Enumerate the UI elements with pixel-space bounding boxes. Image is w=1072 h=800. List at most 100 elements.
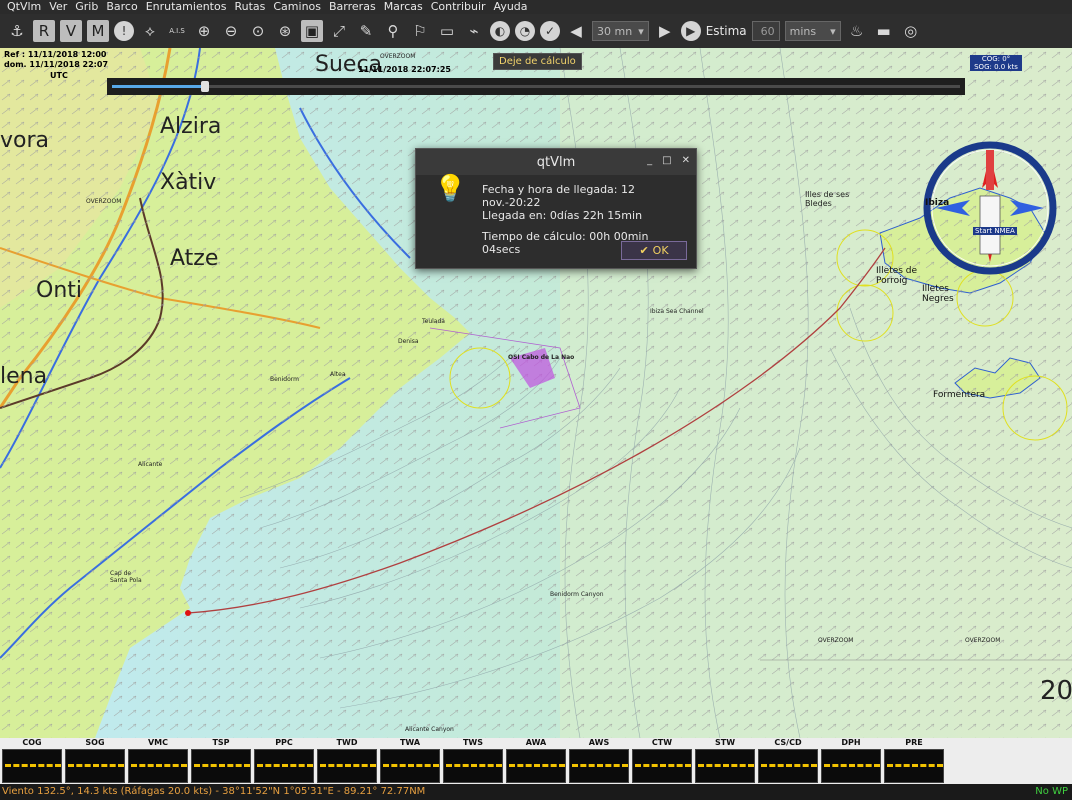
instrument-cog[interactable]: COG bbox=[2, 738, 62, 784]
qtvlm-window: QtVlm Ver Grib Barco Enrutamientos Rutas… bbox=[0, 0, 1072, 800]
zoom-fit-icon[interactable]: ⊙ bbox=[247, 20, 269, 42]
instrument-display bbox=[2, 749, 62, 783]
play-icon[interactable]: ▶ bbox=[680, 21, 701, 41]
clock-icon[interactable]: ◔ bbox=[515, 21, 535, 41]
instrument-cs-cd[interactable]: CS/CD bbox=[758, 738, 818, 784]
instrument-label: STW bbox=[714, 738, 736, 747]
menu-enrutamientos[interactable]: Enrutamientos bbox=[143, 0, 232, 14]
route-start[interactable] bbox=[185, 610, 191, 616]
instrument-tsp[interactable]: TSP bbox=[191, 738, 251, 784]
compass-readout: COG: 0° SOG: 0.0 kts bbox=[970, 55, 1022, 71]
instrument-dph[interactable]: DPH bbox=[821, 738, 881, 784]
lightbulb-icon: 💡 bbox=[434, 174, 467, 204]
label-cabo-la-nao: OSI Cabo de La Nao bbox=[508, 354, 575, 361]
instrument-ctw[interactable]: CTW bbox=[632, 738, 692, 784]
next-icon[interactable]: ▶ bbox=[654, 20, 676, 42]
toolbar: ⚓ R V M ! ⟡ A.I.S ⊕ ⊖ ⊙ ⊛ ▣ ⤢ ✎ ⚲ ⚐ ▭ ⌁ … bbox=[0, 14, 1072, 48]
menu-ver[interactable]: Ver bbox=[46, 0, 72, 14]
dialog-titlebar: qtVlm _ □ ✕ bbox=[416, 149, 696, 175]
dashboard-icon[interactable]: ▬ bbox=[873, 20, 895, 42]
instrument-label: COG bbox=[22, 738, 42, 747]
measure-icon[interactable]: ⤢ bbox=[328, 20, 350, 42]
instrument-sog[interactable]: SOG bbox=[65, 738, 125, 784]
chevron-down-icon: ▾ bbox=[638, 24, 644, 38]
close-icon[interactable]: ✕ bbox=[682, 155, 690, 166]
pencil-icon[interactable]: ✎ bbox=[355, 20, 377, 42]
slider-handle[interactable] bbox=[201, 81, 210, 92]
label-santa-pola: Cap de Santa Pola bbox=[110, 570, 142, 584]
instrument-ppc[interactable]: PPC bbox=[254, 738, 314, 784]
grib-m-icon[interactable]: M bbox=[87, 20, 109, 42]
menu-barreras[interactable]: Barreras bbox=[326, 0, 381, 14]
instrument-display bbox=[128, 749, 188, 783]
label-teulada: Teulada bbox=[422, 318, 445, 325]
ok-label: OK bbox=[652, 244, 669, 257]
needle-icon[interactable]: ⟡ bbox=[139, 20, 161, 42]
ok-button[interactable]: ✔ OK bbox=[621, 241, 687, 260]
grib-v-icon[interactable]: V bbox=[60, 20, 82, 42]
menu-qtvlm[interactable]: QtVlm bbox=[4, 0, 46, 14]
instrument-label: TSP bbox=[212, 738, 230, 747]
instrument-pre[interactable]: PRE bbox=[884, 738, 944, 784]
status-bar: Viento 132.5°, 14.3 kts (Ráfagas 20.0 kt… bbox=[0, 784, 1072, 800]
instrument-stw[interactable]: STW bbox=[695, 738, 755, 784]
instrument-display bbox=[758, 749, 818, 783]
zoom-selection-icon[interactable]: ⊛ bbox=[274, 20, 296, 42]
cog-value: COG: 0° bbox=[981, 55, 1011, 63]
stop-calculation-button[interactable]: Deje de cálculo bbox=[493, 53, 582, 70]
duration-text: Llegada en: 0días 22h 15min bbox=[482, 209, 643, 222]
flag-icon[interactable]: ⚐ bbox=[409, 20, 431, 42]
maximize-icon[interactable]: □ bbox=[662, 155, 671, 166]
label-atze: Atze bbox=[170, 246, 219, 271]
menu-marcas[interactable]: Marcas bbox=[381, 0, 428, 14]
time-step-select[interactable]: 30 mn ▾ bbox=[592, 21, 649, 41]
anchor-icon[interactable]: ⚓ bbox=[6, 20, 28, 42]
menu-contribuir[interactable]: Contribuir bbox=[428, 0, 491, 14]
menu-caminos[interactable]: Caminos bbox=[270, 0, 326, 14]
instrument-label: VMC bbox=[147, 738, 169, 747]
satellite-icon[interactable]: ⌁ bbox=[463, 20, 485, 42]
lifebuoy-icon[interactable]: ◎ bbox=[900, 20, 922, 42]
info-icon[interactable]: ! bbox=[114, 21, 134, 41]
label-denisa: Denisa bbox=[398, 338, 419, 345]
time-slider[interactable] bbox=[107, 78, 965, 95]
instrument-label: TWA bbox=[399, 738, 421, 747]
prev-icon[interactable]: ◀ bbox=[565, 20, 587, 42]
label-illetes-porroig: Illetes de Porroig bbox=[876, 266, 918, 286]
menu-ayuda[interactable]: Ayuda bbox=[491, 0, 533, 14]
instrument-display bbox=[695, 749, 755, 783]
check-icon[interactable]: ✓ bbox=[540, 21, 560, 41]
instrument-aws[interactable]: AWS bbox=[569, 738, 629, 784]
select-area-icon[interactable]: ▣ bbox=[301, 20, 323, 42]
bell-icon[interactable]: ♨ bbox=[846, 20, 868, 42]
arrival-text: Fecha y hora de llegada: 12 nov.-20:22 bbox=[482, 183, 635, 209]
instrument-vmc[interactable]: VMC bbox=[128, 738, 188, 784]
timezone-label: UTC bbox=[50, 71, 68, 80]
ruler-icon[interactable]: ▭ bbox=[436, 20, 458, 42]
zoom-out-icon[interactable]: ⊖ bbox=[220, 20, 242, 42]
zoom-in-icon[interactable]: ⊕ bbox=[193, 20, 215, 42]
minimize-icon[interactable]: _ bbox=[647, 155, 652, 166]
units-select[interactable]: mins ▾ bbox=[784, 21, 841, 41]
instrument-label: PRE bbox=[905, 738, 923, 747]
estima-input[interactable]: 60 bbox=[751, 21, 780, 41]
slider-date: 11/11/2018 22:07:25 bbox=[358, 65, 451, 74]
menu-rutas[interactable]: Rutas bbox=[231, 0, 270, 14]
instrument-awa[interactable]: AWA bbox=[506, 738, 566, 784]
menu-grib[interactable]: Grib bbox=[72, 0, 103, 14]
marker-icon[interactable]: ⚲ bbox=[382, 20, 404, 42]
instrument-label: CS/CD bbox=[774, 738, 802, 747]
instrument-tws[interactable]: TWS bbox=[443, 738, 503, 784]
earth-icon[interactable]: ◐ bbox=[490, 21, 510, 41]
instrument-display bbox=[506, 749, 566, 783]
instrument-twd[interactable]: TWD bbox=[317, 738, 377, 784]
grib-r-icon[interactable]: R bbox=[33, 20, 55, 42]
instrument-label: AWS bbox=[588, 738, 610, 747]
compass-rose[interactable] bbox=[923, 141, 1057, 275]
start-nmea-button[interactable]: Start NMEA bbox=[973, 227, 1017, 235]
ais-icon[interactable]: A.I.S bbox=[166, 20, 188, 42]
menu-barco[interactable]: Barco bbox=[103, 0, 142, 14]
instrument-twa[interactable]: TWA bbox=[380, 738, 440, 784]
instrument-label: TWD bbox=[336, 738, 358, 747]
label-alzira: Alzira bbox=[160, 114, 222, 139]
